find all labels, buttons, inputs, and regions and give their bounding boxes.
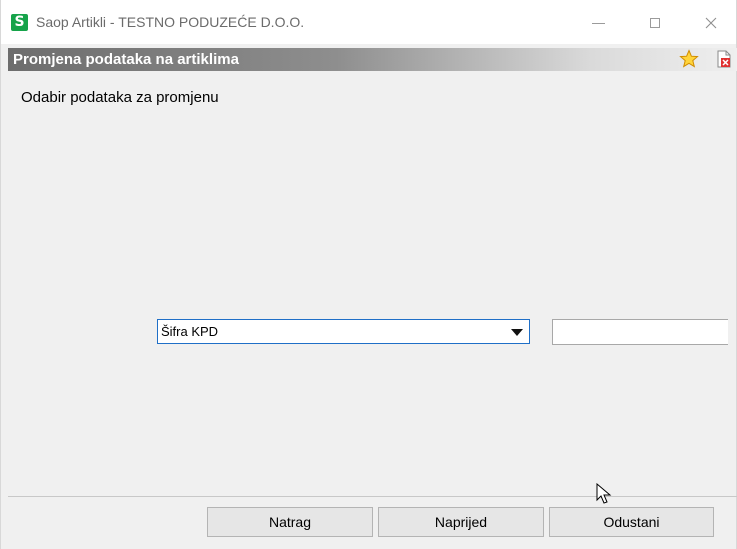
minimize-icon (591, 22, 605, 24)
page-header-bar: Promjena podataka na artiklima (8, 48, 737, 71)
close-window-button[interactable] (689, 8, 733, 38)
section-label: Odabir podataka za promjenu (21, 89, 219, 106)
close-document-icon[interactable] (715, 50, 733, 68)
field-select[interactable]: Šifra KPD (157, 319, 530, 344)
page-title: Promjena podataka na artiklima (13, 51, 239, 68)
close-icon (705, 17, 717, 29)
footer-divider (8, 496, 737, 497)
back-button[interactable]: Natrag (207, 507, 373, 537)
field-select-value: Šifra KPD (161, 324, 219, 339)
title-bar[interactable]: S Saop Artikli - TESTNO PODUZEĆE D.O.O. (1, 0, 736, 44)
star-icon[interactable] (679, 49, 699, 69)
maximize-icon (650, 18, 660, 28)
app-logo-icon: S (11, 14, 28, 31)
window-title: Saop Artikli - TESTNO PODUZEĆE D.O.O. (36, 14, 305, 30)
minimize-button[interactable] (576, 8, 620, 38)
maximize-button[interactable] (633, 8, 677, 38)
next-button[interactable]: Naprijed (378, 507, 544, 537)
new-value-input[interactable] (552, 319, 728, 345)
application-window: S Saop Artikli - TESTNO PODUZEĆE D.O.O. … (0, 0, 737, 549)
cancel-button[interactable]: Odustani (549, 507, 714, 537)
mouse-cursor-icon (596, 483, 612, 504)
chevron-down-icon[interactable] (511, 329, 523, 336)
